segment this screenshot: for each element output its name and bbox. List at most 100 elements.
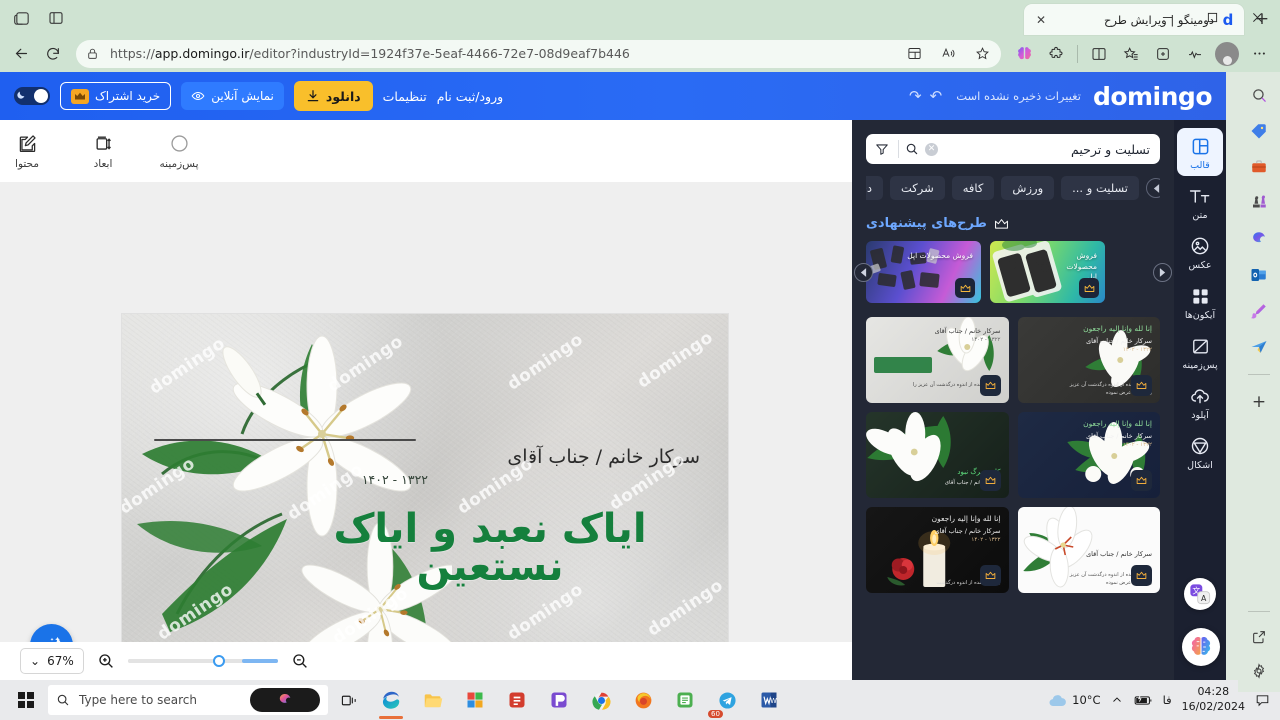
close-window-button[interactable] [1235, 0, 1280, 35]
template-search-row[interactable]: ✕ [866, 134, 1160, 164]
template-card[interactable]: إنا لله وإنا إليه راجعون سرکار خانم / جن… [866, 507, 1009, 593]
send-icon[interactable] [1244, 332, 1274, 362]
performance-icon[interactable] [1180, 39, 1210, 69]
search-icon[interactable] [1244, 80, 1274, 110]
chip-condolence[interactable]: تسلیت و ... [1061, 176, 1139, 200]
copilot-taskbar-button[interactable] [250, 688, 320, 712]
back-button[interactable] [6, 39, 36, 69]
search-icon[interactable] [899, 142, 925, 156]
sidebar-item-image[interactable]: عکس [1177, 228, 1223, 276]
task-view-button[interactable] [328, 680, 370, 720]
taskbar-app-firefox[interactable] [622, 680, 664, 720]
games-icon[interactable] [1244, 188, 1274, 218]
chip-cafe[interactable]: کافه [951, 176, 995, 200]
taskbar-app-word[interactable]: W [748, 680, 790, 720]
tool-background[interactable]: پس‌زمینه [152, 133, 206, 170]
canvas-calligraphy[interactable]: ایاک نعبد و ایاک نستعین [310, 509, 670, 587]
buy-subscription-button[interactable]: خرید اشتراک [60, 82, 172, 110]
zoom-slider[interactable] [127, 655, 278, 667]
template-card[interactable]: سرکار خانم / جناب آقای با قلبی آکنده از … [1017, 507, 1160, 593]
close-tab-icon[interactable]: ✕ [1032, 11, 1050, 29]
designer-icon[interactable] [1244, 296, 1274, 326]
translate-page-button[interactable]: 文 A [1184, 578, 1216, 610]
sidebar-item-background[interactable]: پس‌زمینه [1177, 328, 1223, 376]
start-button[interactable] [4, 680, 48, 720]
taskbar-clock[interactable]: 04:28 16/02/2024 [1182, 685, 1245, 715]
chip-company[interactable]: شرکت [890, 176, 945, 200]
notification-center-icon[interactable] [1255, 693, 1270, 708]
tab-actions-icon[interactable] [42, 4, 70, 32]
taskbar-app-edge[interactable] [370, 680, 412, 720]
taskbar-app-opera[interactable] [664, 680, 706, 720]
taskbar-app-chrome[interactable] [580, 680, 622, 720]
carousel-prev-button[interactable] [854, 263, 873, 282]
workspaces-icon[interactable] [8, 4, 36, 32]
zoom-out-button[interactable] [288, 649, 312, 673]
zoom-in-button[interactable] [94, 649, 118, 673]
gear-icon[interactable] [1244, 656, 1274, 686]
shopping-tag-icon[interactable] [1244, 116, 1274, 146]
suggested-card[interactable]: فروش محصولات اپل [990, 241, 1105, 303]
taskbar-app-store[interactable] [454, 680, 496, 720]
split-screen-icon[interactable] [901, 41, 927, 67]
sidebar-item-template[interactable]: قالب [1177, 128, 1223, 176]
design-canvas[interactable]: سرکار خانم / جناب آقای ۱۳۲۲ - ۱۴۰۲ ایاک … [122, 314, 728, 680]
battery-icon[interactable] [1133, 694, 1153, 707]
clear-search-icon[interactable]: ✕ [925, 142, 938, 156]
template-card[interactable]: کاش مرگ نبود سرکار خانم / جناب آقای [866, 412, 1009, 498]
reload-button[interactable] [38, 39, 68, 69]
sidebar-item-text[interactable]: متن [1177, 178, 1223, 226]
tool-content[interactable]: محتوا [0, 133, 54, 170]
browser-essentials-icon[interactable] [1084, 39, 1114, 69]
settings-link[interactable]: تنظیمات [383, 89, 427, 104]
template-card[interactable]: إنا لله وإنا إليه راجعون سرکار خانم / جن… [1017, 317, 1160, 403]
filter-icon[interactable] [866, 142, 898, 156]
online-preview-button[interactable]: نمایش آنلاین [181, 82, 284, 110]
address-bar[interactable]: https://app.domingo.ir/editor?industryId… [76, 39, 1001, 68]
template-card[interactable]: إنا لله وإنا إليه راجعون سرکار خانم / جن… [1017, 412, 1160, 498]
dark-mode-toggle[interactable] [14, 87, 50, 105]
maximize-window-button[interactable] [1190, 0, 1235, 35]
more-options-icon[interactable] [1244, 39, 1274, 69]
open-external-icon[interactable] [1244, 622, 1274, 652]
chip-sport[interactable]: ورزش [1001, 176, 1055, 200]
taskbar-app-purple[interactable] [538, 680, 580, 720]
add-to-collection-icon[interactable] [1148, 39, 1178, 69]
carousel-next-button[interactable] [1153, 263, 1172, 282]
tray-expand-icon[interactable] [1111, 694, 1123, 706]
taskbar-app-telegram[interactable]: 60 [706, 680, 748, 720]
sidebar-item-icons[interactable]: آیکون‌ها [1177, 278, 1223, 326]
minimize-window-button[interactable] [1145, 0, 1190, 35]
read-aloud-icon[interactable] [935, 41, 961, 67]
sidebar-item-shapes[interactable]: اشکال [1177, 428, 1223, 476]
outlook-icon[interactable] [1244, 260, 1274, 290]
download-button[interactable]: دانلود [293, 81, 373, 111]
extensions-icon[interactable] [1041, 39, 1071, 69]
copilot-brain-icon[interactable] [1009, 39, 1039, 69]
zoom-level-select[interactable]: ⌄ 67% [20, 648, 84, 674]
sidebar-item-upload[interactable]: آپلود [1177, 378, 1223, 426]
taskbar-app-red[interactable] [496, 680, 538, 720]
language-indicator[interactable]: فا [1163, 693, 1172, 707]
taskbar-search[interactable]: Type here to search [48, 685, 328, 715]
tools-briefcase-icon[interactable] [1244, 152, 1274, 182]
zoom-slider-handle[interactable] [213, 655, 226, 667]
add-sidebar-app-button[interactable]: + [1244, 387, 1274, 417]
collections-star-icon[interactable] [1116, 39, 1146, 69]
ai-assistant-button[interactable] [1182, 628, 1220, 666]
canvas-dates[interactable]: ۱۳۲۲ - ۱۴۰۲ [362, 472, 428, 487]
weather-widget[interactable]: 10°C [1048, 693, 1101, 708]
chips-prev-button[interactable] [1146, 178, 1160, 198]
favorite-star-icon[interactable] [969, 41, 995, 67]
profile-avatar[interactable] [1215, 41, 1239, 66]
tool-dimensions[interactable]: ابعاد [76, 133, 130, 170]
redo-icon[interactable]: ↷ [909, 87, 922, 105]
suggested-card[interactable]: فروش محصولات اپل [866, 241, 981, 303]
undo-icon[interactable]: ↶ [930, 87, 943, 105]
search-input[interactable] [938, 134, 1160, 164]
taskbar-app-explorer[interactable] [412, 680, 454, 720]
copilot-icon[interactable] [1244, 224, 1274, 254]
chip-dey[interactable]: دی [866, 176, 884, 200]
template-card[interactable]: سرکار خانم / جناب آقای ۱۳۲۲ - ۱۴۰۲ با قل… [866, 317, 1009, 403]
login-register-link[interactable]: ورود/ثبت نام [437, 89, 503, 104]
